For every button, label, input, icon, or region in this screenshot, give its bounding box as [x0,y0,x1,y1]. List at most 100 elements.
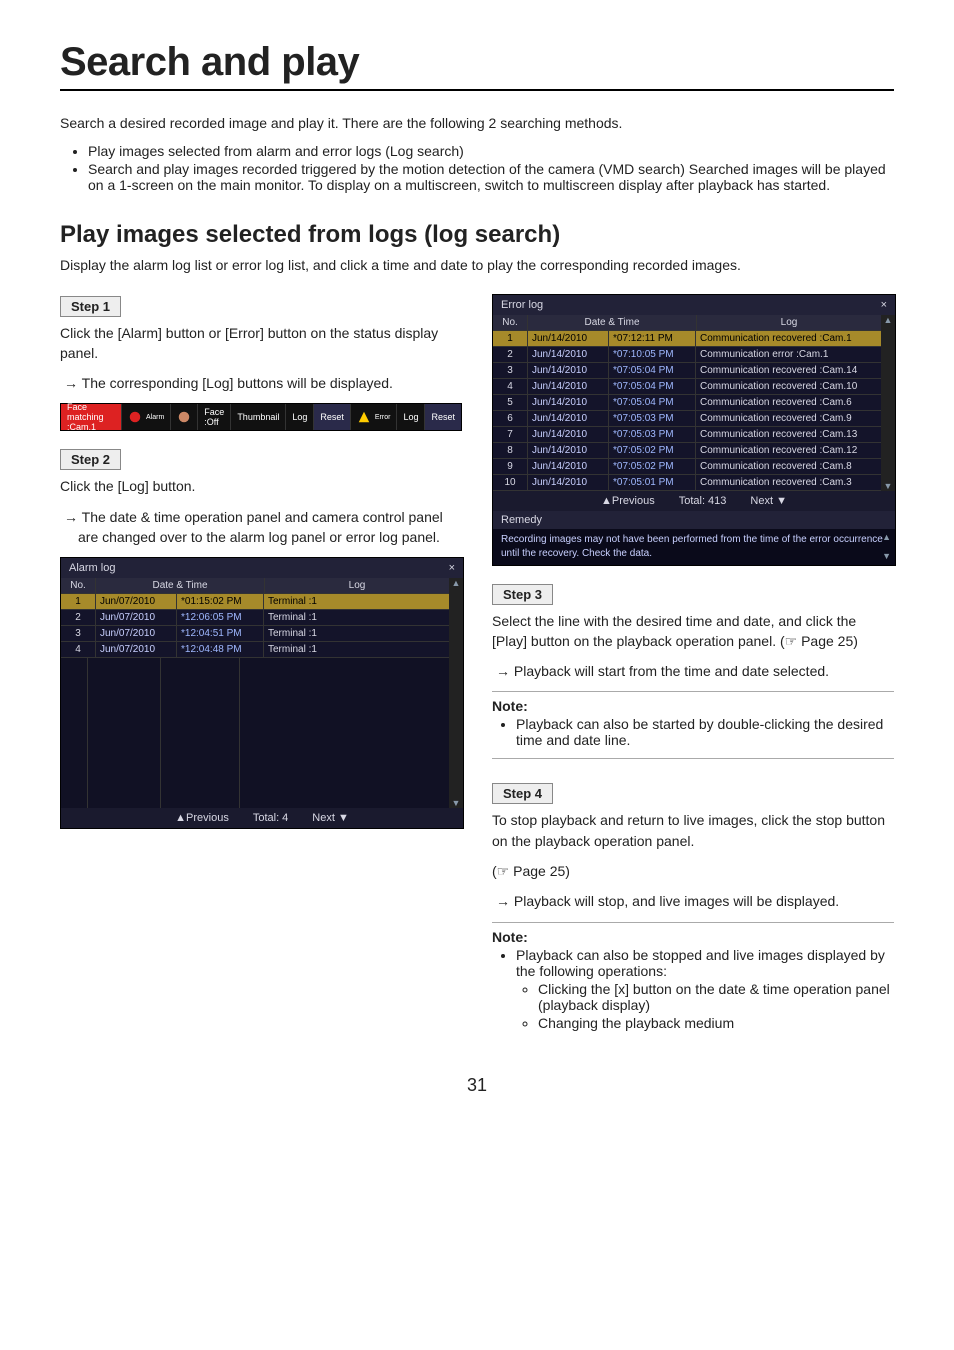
table-row[interactable]: 5Jun/14/2010*07:05:04 PMCommunication re… [493,395,881,411]
section-intro: Display the alarm log list or error log … [60,255,894,275]
table-row[interactable]: 2Jun/14/2010*07:10:05 PMCommunication er… [493,347,881,363]
warning-icon [357,410,371,424]
table-row[interactable]: 3Jun/07/2010*12:04:51 PMTerminal :1 [61,626,449,642]
cell-time: *07:05:04 PM [609,379,696,394]
cell-date: Jun/14/2010 [528,347,609,362]
cell-date: Jun/14/2010 [528,411,609,426]
cell-date: Jun/14/2010 [528,475,609,490]
cell-no: 1 [493,331,528,346]
alarm-button[interactable]: Alarm [121,404,170,430]
cell-time: *07:05:04 PM [609,395,696,410]
cell-no: 5 [493,395,528,410]
col-no: No. [61,578,96,593]
close-icon[interactable]: × [881,299,887,311]
cell-no: 2 [61,610,96,625]
error-next-button[interactable]: Next ▼ [750,495,787,507]
alarm-icon [128,410,142,424]
cell-date: Jun/14/2010 [528,459,609,474]
error-total: Total: 413 [679,495,727,507]
alarm-log-scrollbar[interactable]: ▲ ▼ [449,578,463,808]
cell-date: Jun/14/2010 [528,331,609,346]
cell-time: *07:05:04 PM [609,363,696,378]
step4-arrow: Playback will stop, and live images will… [506,891,894,911]
alarm-previous-button[interactable]: ▲Previous [175,812,229,824]
scroll-up-icon[interactable]: ▲ [452,578,461,588]
table-row[interactable]: 7Jun/14/2010*07:05:03 PMCommunication re… [493,427,881,443]
error-label: Error [375,414,391,421]
intro-text: Search a desired recorded image and play… [60,113,894,133]
cell-date: Jun/14/2010 [528,363,609,378]
cell-log: Communication error :Cam.1 [696,347,881,362]
face-off-button[interactable]: Face :Off [197,404,230,430]
col-log: Log [697,315,881,330]
col-date-time: Date & Time [528,315,697,330]
cell-log: Communication recovered :Cam.14 [696,363,881,378]
cell-date: Jun/14/2010 [528,379,609,394]
cell-time: *07:12:11 PM [609,331,696,346]
thumbnail-button[interactable]: Thumbnail [230,404,285,430]
cell-log: Terminal :1 [264,610,449,625]
section-title: Play images selected from logs (log sear… [60,221,894,249]
error-button[interactable]: Error [350,404,397,430]
col-no: No. [493,315,528,330]
table-row[interactable]: 1Jun/07/2010*01:15:02 PMTerminal :1 [61,594,449,610]
step4-label: Step 4 [492,783,553,804]
cell-date: Jun/07/2010 [96,626,177,641]
table-row[interactable]: 9Jun/14/2010*07:05:02 PMCommunication re… [493,459,881,475]
note-sub-item: Changing the playback medium [538,1015,894,1031]
cell-no: 2 [493,347,528,362]
error-log-scrollbar[interactable]: ▲ ▼ [881,315,895,491]
note-item: Playback can also be started by double-c… [516,716,894,748]
alarm-next-button[interactable]: Next ▼ [312,812,349,824]
scroll-up-icon[interactable]: ▲ [882,531,891,544]
step4-text1: To stop playback and return to live imag… [492,810,894,851]
error-log-title: Error log [501,299,543,311]
mic-button[interactable] [170,404,197,430]
scroll-up-icon[interactable]: ▲ [884,315,893,325]
error-log-title-bar: Error log × [493,295,895,315]
table-row[interactable]: 8Jun/14/2010*07:05:02 PMCommunication re… [493,443,881,459]
scroll-down-icon[interactable]: ▼ [882,550,891,563]
table-row[interactable]: 10Jun/14/2010*07:05:01 PMCommunication r… [493,475,881,491]
table-row[interactable]: 6Jun/14/2010*07:05:03 PMCommunication re… [493,411,881,427]
table-row[interactable]: 4Jun/14/2010*07:05:04 PMCommunication re… [493,379,881,395]
error-log-button[interactable]: Log [396,404,424,430]
error-reset-button[interactable]: Reset [424,404,461,430]
cell-log: Terminal :1 [264,594,449,609]
scroll-down-icon[interactable]: ▼ [452,798,461,808]
table-row[interactable]: 1Jun/14/2010*07:12:11 PMCommunication re… [493,331,881,347]
table-row[interactable]: 2Jun/07/2010*12:06:05 PMTerminal :1 [61,610,449,626]
cell-no: 3 [493,363,528,378]
cell-log: Terminal :1 [264,642,449,657]
status-display-panel: Face matching :Cam.1 Alarm Face :Off Thu… [60,403,462,431]
cell-no: 7 [493,427,528,442]
step1-label: Step 1 [60,296,121,317]
cell-log: Communication recovered :Cam.12 [696,443,881,458]
cell-time: *07:05:03 PM [609,411,696,426]
table-row[interactable]: 4Jun/07/2010*12:04:48 PMTerminal :1 [61,642,449,658]
note-title: Note: [492,698,894,714]
note-step3: Note: Playback can also be started by do… [492,691,894,759]
error-previous-button[interactable]: ▲Previous [601,495,655,507]
step3-label: Step 3 [492,584,553,605]
page-title: Search and play [60,40,894,85]
cell-time: *12:04:51 PM [177,626,264,641]
close-icon[interactable]: × [449,562,455,574]
step3-text: Select the line with the desired time an… [492,611,894,652]
alarm-reset-button[interactable]: Reset [313,404,350,430]
cell-log: Communication recovered :Cam.1 [696,331,881,346]
alarm-total: Total: 4 [253,812,288,824]
cell-date: Jun/07/2010 [96,610,177,625]
table-row[interactable]: 3Jun/14/2010*07:05:04 PMCommunication re… [493,363,881,379]
alarm-log-button[interactable]: Log [285,404,313,430]
cell-time: *07:10:05 PM [609,347,696,362]
col-date-time: Date & Time [96,578,265,593]
note-step4: Note: Playback can also be stopped and l… [492,922,894,1031]
scroll-down-icon[interactable]: ▼ [884,481,893,491]
col-log: Log [265,578,449,593]
alarm-label: Alarm [146,414,164,421]
cell-time: *07:05:02 PM [609,443,696,458]
cell-no: 4 [61,642,96,657]
error-log-header: No. Date & Time Log [493,315,881,331]
cell-date: Jun/14/2010 [528,427,609,442]
